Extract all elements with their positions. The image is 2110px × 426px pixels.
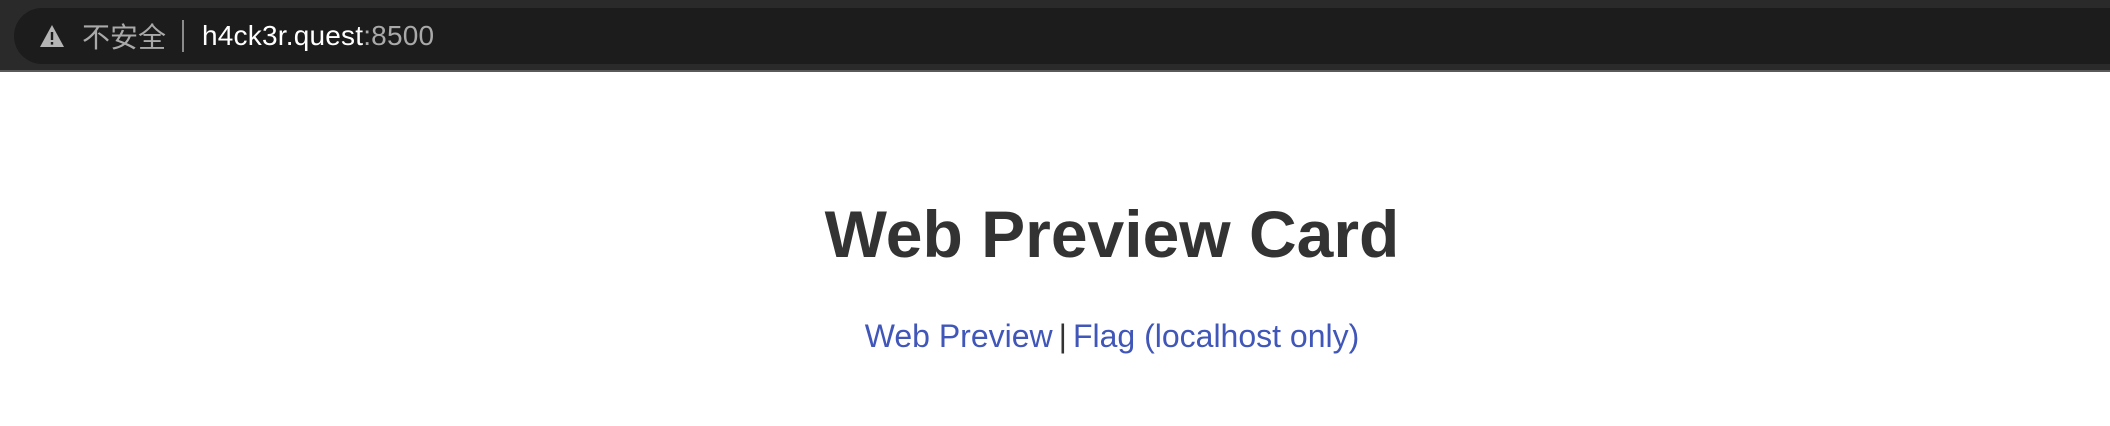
flag-link[interactable]: Flag (localhost only) (1073, 318, 1359, 354)
page-title: Web Preview Card (824, 197, 1400, 271)
browser-toolbar: 不安全 h4ck3r.quest:8500 (0, 0, 2110, 72)
url-host: h4ck3r.quest (202, 20, 364, 51)
security-status-label[interactable]: 不安全 (82, 16, 166, 56)
address-divider (182, 20, 185, 52)
web-preview-link[interactable]: Web Preview (865, 318, 1053, 354)
link-separator: | (1058, 318, 1067, 354)
page-content: Web Preview Card Web Preview | Flag (local… (0, 74, 2110, 426)
url-text[interactable]: h4ck3r.quest:8500 (202, 20, 434, 52)
url-port: :8500 (363, 20, 435, 51)
nav-links: Web Preview | Flag (localhost only) (0, 316, 2110, 356)
address-bar[interactable]: 不安全 h4ck3r.quest:8500 (14, 8, 2110, 64)
warning-triangle-icon[interactable] (36, 20, 68, 52)
